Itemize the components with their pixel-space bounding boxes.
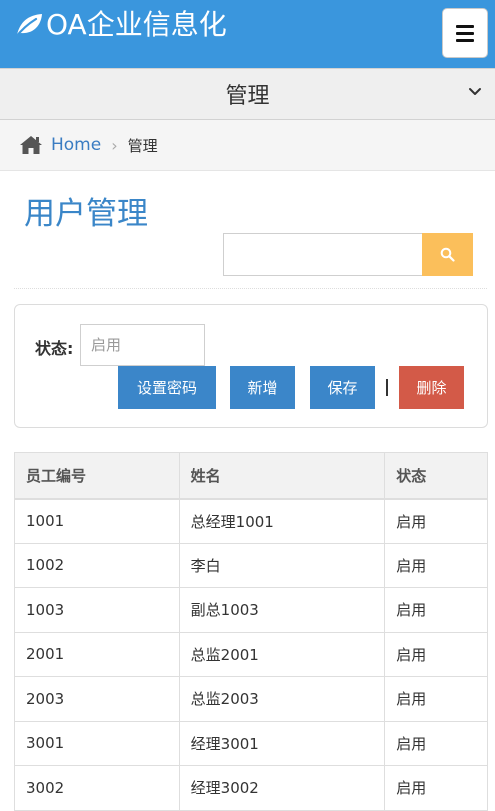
brand-logo[interactable]: OA企业信息化 <box>14 8 227 42</box>
name-cell: 总经理1001 <box>178 498 386 544</box>
divider <box>14 288 487 289</box>
table-row[interactable]: 2003 总监2003 启用 <box>14 676 488 722</box>
breadcrumb-home-link[interactable]: Home <box>51 135 101 155</box>
hamburger-icon <box>456 24 474 28</box>
set-password-button[interactable]: 设置密码 <box>118 366 216 409</box>
status-label: 状态: <box>35 339 74 358</box>
home-icon <box>20 136 42 154</box>
status-input[interactable] <box>80 324 205 366</box>
status-cell: 启用 <box>384 587 488 633</box>
employee-id-cell: 2003 <box>14 676 180 722</box>
breadcrumb: Home › 管理 <box>0 120 495 171</box>
search-input[interactable] <box>223 233 422 276</box>
breadcrumb-current: 管理 <box>127 136 158 155</box>
section-title: 管理 <box>225 84 270 109</box>
table-row[interactable]: 3001 经理3001 启用 <box>14 720 488 766</box>
column-header-status[interactable]: 状态 <box>384 452 488 500</box>
employee-id-cell: 1002 <box>14 542 180 588</box>
status-cell: 启用 <box>384 720 488 766</box>
breadcrumb-separator: › <box>111 135 118 155</box>
add-button[interactable]: 新增 <box>230 366 295 409</box>
table-row[interactable]: 1003 副总1003 启用 <box>14 587 488 633</box>
column-header-employee-id[interactable]: 员工编号 <box>14 452 180 500</box>
leaf-icon <box>14 14 42 38</box>
table-header-row: 员工编号 姓名 状态 <box>14 452 488 500</box>
page-title: 用户管理 <box>24 196 148 232</box>
name-cell: 总监2001 <box>178 631 386 677</box>
status-cell: 启用 <box>384 542 488 588</box>
employee-id-cell: 3001 <box>14 720 180 766</box>
chevron-down-icon <box>469 88 481 95</box>
name-cell: 副总1003 <box>178 587 386 633</box>
column-header-name[interactable]: 姓名 <box>178 452 386 500</box>
table-row[interactable]: 1002 李白 启用 <box>14 542 488 588</box>
name-cell: 经理3002 <box>178 765 386 811</box>
button-divider <box>386 379 388 396</box>
save-button[interactable]: 保存 <box>310 366 375 409</box>
employee-id-cell: 3002 <box>14 765 180 811</box>
delete-button[interactable]: 删除 <box>399 366 464 409</box>
user-table: 员工编号 姓名 状态 1001 总经理1001 启用 1002 李白 启用 10… <box>14 452 488 811</box>
status-cell: 启用 <box>384 631 488 677</box>
employee-id-cell: 1001 <box>14 498 180 544</box>
status-cell: 启用 <box>384 765 488 811</box>
section-dropdown[interactable]: 管理 <box>0 68 495 120</box>
status-cell: 启用 <box>384 498 488 544</box>
table-row[interactable]: 2001 总监2001 启用 <box>14 631 488 677</box>
name-cell: 经理3001 <box>178 720 386 766</box>
table-row[interactable]: 3002 经理3002 启用 <box>14 765 488 811</box>
employee-id-cell: 2001 <box>14 631 180 677</box>
employee-id-cell: 1003 <box>14 587 180 633</box>
name-cell: 总监2003 <box>178 676 386 722</box>
search-button[interactable] <box>422 233 473 276</box>
menu-toggle-button[interactable] <box>442 8 488 58</box>
table-row[interactable]: 1001 总经理1001 启用 <box>14 498 488 544</box>
brand-title: OA企业信息化 <box>46 8 227 41</box>
top-navbar: OA企业信息化 <box>0 0 495 68</box>
filter-panel: 状态: 设置密码 新增 保存 删除 <box>14 304 488 428</box>
status-cell: 启用 <box>384 676 488 722</box>
name-cell: 李白 <box>178 542 386 588</box>
search-icon <box>440 247 455 262</box>
